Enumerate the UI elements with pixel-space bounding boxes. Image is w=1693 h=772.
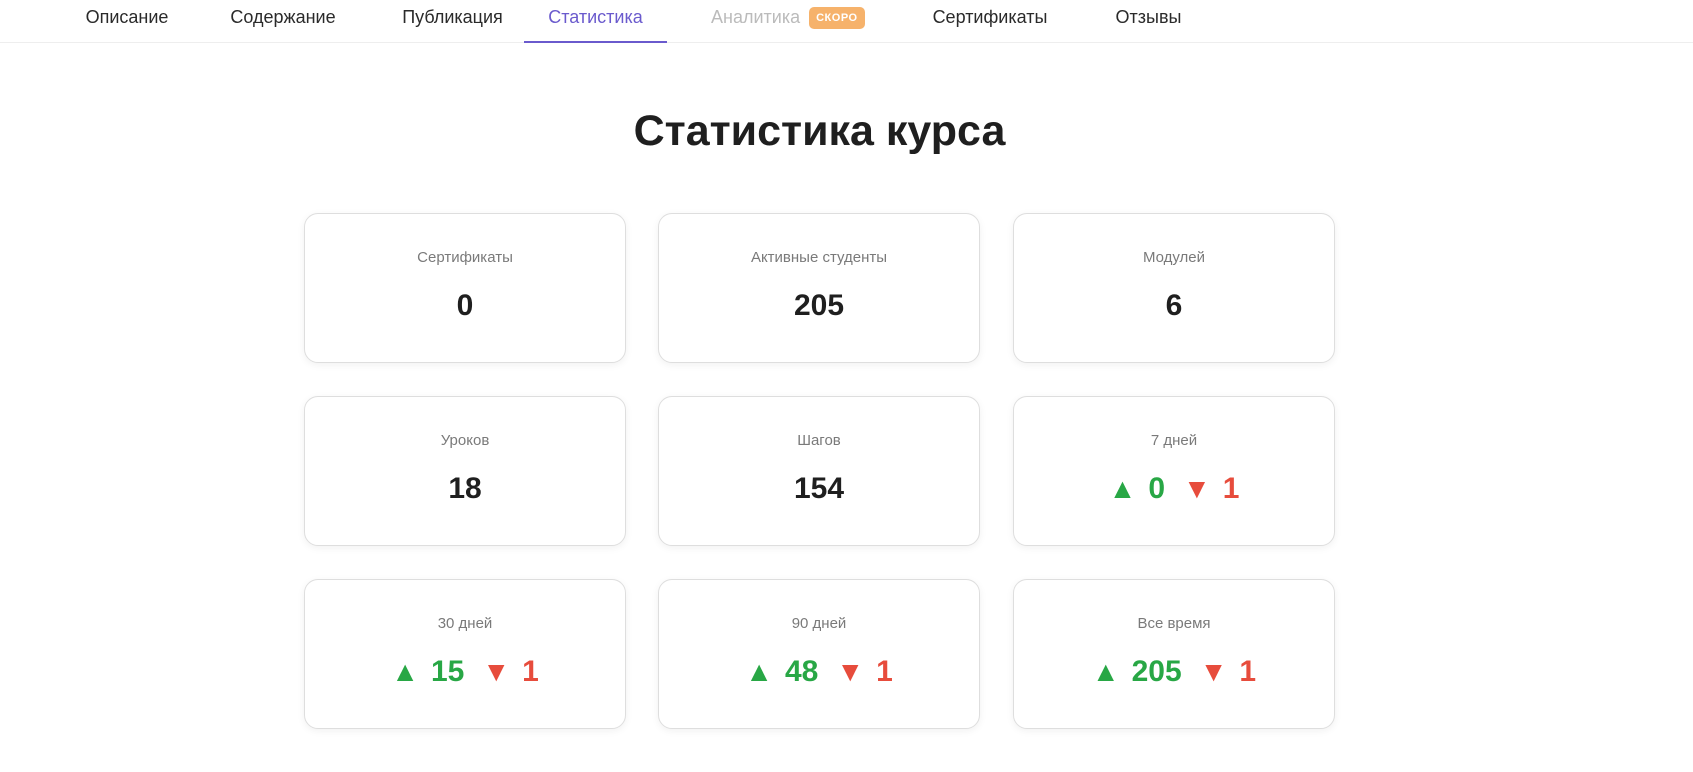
trend-down-value: 1 bbox=[876, 655, 893, 688]
stat-label: Модулей bbox=[1142, 249, 1206, 266]
stat-label: Шагов bbox=[797, 432, 841, 449]
arrow-up-icon: ▲ bbox=[1091, 656, 1120, 687]
trend-up: ▲ 15 bbox=[391, 654, 464, 690]
trend-label: Все время bbox=[1137, 615, 1211, 632]
trend-values: ▲ 0 ▼ 1 bbox=[1014, 471, 1334, 507]
trend-down: ▼ 1 bbox=[836, 654, 892, 690]
arrow-up-icon: ▲ bbox=[745, 656, 773, 687]
tab-statistics[interactable]: Статистика bbox=[524, 0, 667, 43]
tab-description[interactable]: Описание bbox=[57, 0, 197, 42]
trend-up: ▲ 48 bbox=[745, 654, 818, 690]
stat-card-modules: Модулей 6 bbox=[1013, 213, 1335, 363]
stat-card-lessons: Уроков 18 bbox=[304, 396, 626, 546]
stat-value: 18 bbox=[448, 472, 482, 505]
trend-up-value: 15 bbox=[430, 655, 465, 688]
arrow-up-icon: ▲ bbox=[391, 656, 419, 687]
trend-values: ▲ 15 ▼ 1 bbox=[305, 654, 625, 690]
tab-certificates[interactable]: Сертификаты bbox=[925, 0, 1055, 42]
stat-value: 6 bbox=[1165, 289, 1183, 322]
stat-label: Активные студенты bbox=[750, 249, 888, 266]
tab-publication[interactable]: Публикация bbox=[380, 0, 525, 42]
stat-value: 205 bbox=[793, 289, 845, 322]
tab-reviews[interactable]: Отзывы bbox=[1100, 0, 1197, 42]
trend-label: 7 дней bbox=[1150, 432, 1198, 449]
tab-label: Описание bbox=[85, 7, 169, 27]
trend-up-value: 48 bbox=[784, 655, 819, 688]
tab-label: Аналитика bbox=[711, 7, 801, 27]
trend-up: ▲ 205 bbox=[1092, 654, 1182, 690]
tab-label: Публикация bbox=[402, 7, 503, 27]
trend-card-all-time: Все время ▲ 205 ▼ 1 bbox=[1013, 579, 1335, 729]
soon-badge: СКОРО bbox=[809, 7, 865, 29]
arrow-up-icon: ▲ bbox=[1108, 473, 1137, 504]
tab-label: Статистика bbox=[548, 7, 643, 27]
stat-label: Сертификаты bbox=[417, 249, 513, 266]
trend-up: ▲ 0 bbox=[1109, 471, 1165, 507]
trend-down-value: 1 bbox=[1222, 472, 1240, 505]
trend-up-value: 205 bbox=[1131, 655, 1182, 688]
stat-value: 0 bbox=[456, 289, 474, 322]
trend-down-value: 1 bbox=[1239, 655, 1257, 688]
stat-card-certificates: Сертификаты 0 bbox=[304, 213, 626, 363]
trend-down: ▼ 1 bbox=[482, 654, 538, 690]
tab-analytics: Аналитика СКОРО bbox=[711, 0, 871, 42]
trend-down-value: 1 bbox=[522, 655, 539, 688]
stat-value: 154 bbox=[793, 472, 845, 505]
arrow-down-icon: ▼ bbox=[482, 656, 511, 687]
stat-card-active-students: Активные студенты 205 bbox=[658, 213, 980, 363]
arrow-down-icon: ▼ bbox=[836, 656, 865, 687]
tab-label: Содержание bbox=[230, 7, 336, 27]
trend-label: 90 дней bbox=[791, 615, 847, 632]
course-tabs: Описание Содержание Публикация Статистик… bbox=[0, 0, 1693, 43]
tab-label: Отзывы bbox=[1115, 7, 1182, 27]
trend-down: ▼ 1 bbox=[1183, 471, 1239, 507]
trend-down: ▼ 1 bbox=[1200, 654, 1256, 690]
trend-label: 30 дней bbox=[437, 615, 493, 632]
trend-values: ▲ 205 ▼ 1 bbox=[1014, 654, 1334, 690]
tab-content[interactable]: Содержание bbox=[207, 0, 359, 42]
trend-card-30-days: 30 дней ▲ 15 ▼ 1 bbox=[304, 579, 626, 729]
stat-label: Уроков bbox=[440, 432, 490, 449]
arrow-down-icon: ▼ bbox=[1183, 473, 1211, 504]
stat-card-steps: Шагов 154 bbox=[658, 396, 980, 546]
trend-values: ▲ 48 ▼ 1 bbox=[659, 654, 979, 690]
trend-card-7-days: 7 дней ▲ 0 ▼ 1 bbox=[1013, 396, 1335, 546]
tab-label: Сертификаты bbox=[932, 7, 1048, 27]
arrow-down-icon: ▼ bbox=[1199, 656, 1228, 687]
trend-up-value: 0 bbox=[1148, 472, 1165, 505]
page-title: Статистика курса bbox=[633, 107, 1006, 155]
trend-card-90-days: 90 дней ▲ 48 ▼ 1 bbox=[658, 579, 980, 729]
